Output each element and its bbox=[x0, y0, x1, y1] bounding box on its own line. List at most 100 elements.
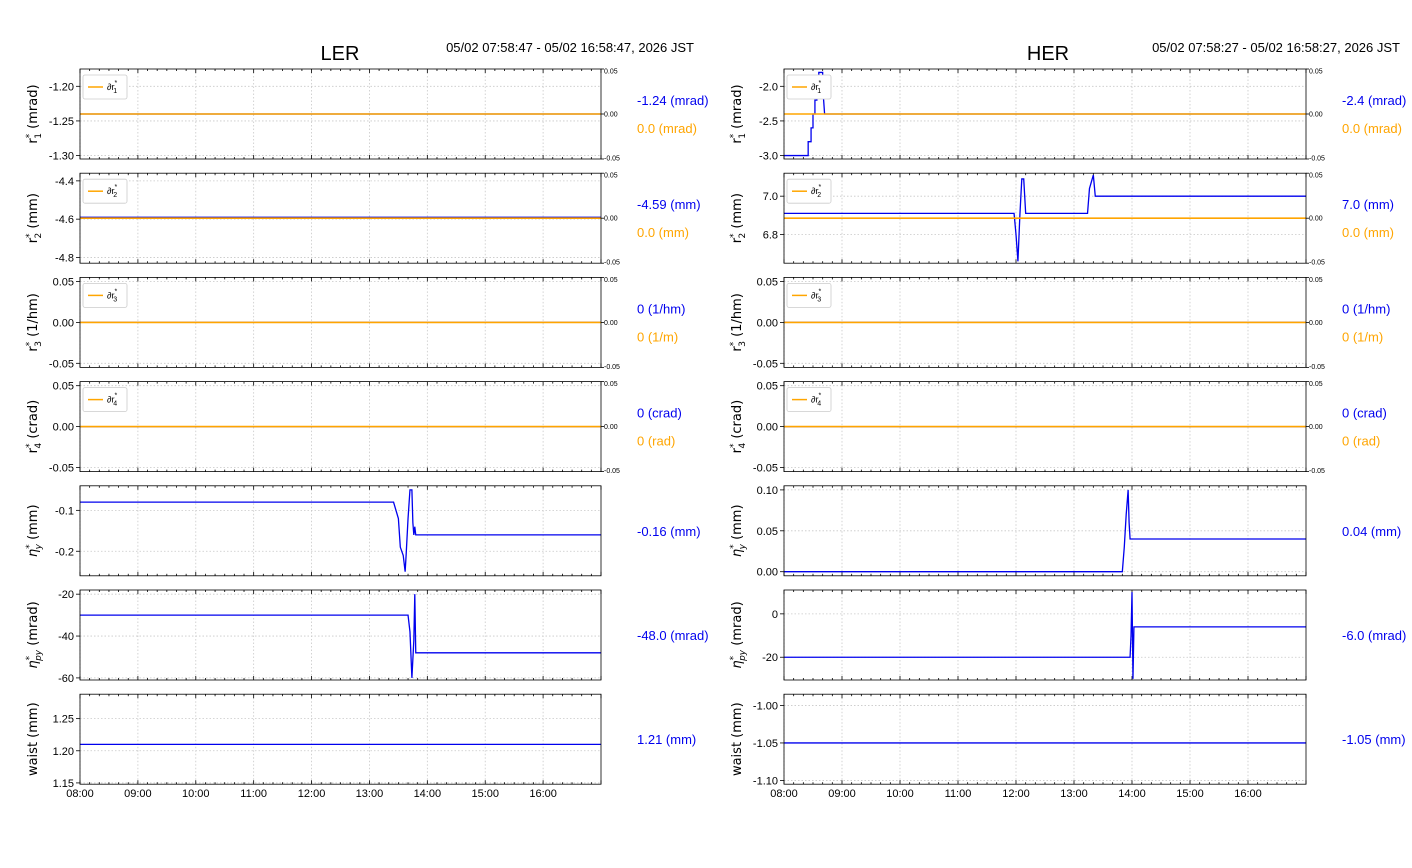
value-annotation: -4.59 (mm) bbox=[637, 197, 701, 212]
value-annotation: 0 (1/hm) bbox=[637, 301, 685, 316]
right-tick-label: 0.05 bbox=[604, 277, 618, 284]
right-tick-label: -0.05 bbox=[1309, 468, 1325, 475]
right-tick-label: 0.00 bbox=[1309, 112, 1323, 119]
x-tick-label: 11:00 bbox=[240, 788, 267, 800]
y-tick-label: -60 bbox=[58, 673, 74, 685]
right-tick-label: -0.05 bbox=[1309, 156, 1325, 163]
value-annotation: 0.0 (mm) bbox=[1342, 225, 1394, 240]
y-axis-label: r*2 (mm) bbox=[25, 193, 44, 243]
y-axis-label: waist (mm) bbox=[26, 702, 41, 776]
plot-frame bbox=[783, 693, 1307, 785]
right-tick-label: -0.05 bbox=[604, 364, 620, 371]
y-tick-label: 0.05 bbox=[757, 381, 778, 393]
y-tick-label: 0.00 bbox=[53, 317, 74, 329]
value-annotation: 0.0 (mm) bbox=[637, 225, 689, 240]
x-tick-label: 09:00 bbox=[828, 788, 856, 800]
y-axis-label: r*4 (crad) bbox=[25, 400, 44, 454]
y-tick-label: -1.30 bbox=[49, 151, 74, 163]
y-tick-label: 6.8 bbox=[763, 229, 778, 241]
y-axis-label: r*2 (mm) bbox=[729, 193, 748, 243]
right-tick-label: 0.05 bbox=[1309, 173, 1323, 180]
y-axis-label: η*y (mm) bbox=[729, 504, 748, 557]
y-axis-label: r*3 (1/hm) bbox=[25, 293, 44, 351]
plot-frame bbox=[79, 589, 602, 681]
x-tick-label: 13:00 bbox=[1060, 788, 1088, 800]
legend: ∂r* 1 bbox=[786, 74, 832, 100]
y-tick-label: -0.05 bbox=[49, 358, 74, 370]
y-tick-label: -20 bbox=[58, 589, 74, 601]
subplot-panel: 0.05 0.00 -0.05 0.05 0.00 -0.05 ∂r* 3 r*3 (1/hm)… bbox=[25, 276, 685, 370]
time-range-label: 05/02 07:58:47 - 05/02 16:58:47, 2026 JS… bbox=[446, 40, 694, 55]
y-tick-label: -4.8 bbox=[55, 252, 74, 264]
subplot-panel: -20 -40 -60 η*py (mrad) -48.0 (mrad) bbox=[25, 589, 709, 685]
subplot-panel: 0.05 0.00 -0.05 0.05 0.00 -0.05 ∂r* 3 r*3 (1/hm)… bbox=[729, 276, 1390, 370]
x-tick-label: 13:00 bbox=[356, 788, 384, 800]
right-tick-label: 0.00 bbox=[1309, 320, 1323, 327]
value-annotation: 0 (rad) bbox=[1342, 434, 1380, 449]
x-tick-label: 15:00 bbox=[471, 788, 499, 800]
y-axis-label: η*py (mrad) bbox=[729, 601, 748, 668]
y-tick-label: 0.05 bbox=[53, 381, 74, 393]
legend: ∂r* 1 bbox=[82, 74, 128, 100]
x-tick-label: 11:00 bbox=[945, 788, 972, 800]
right-tick-label: -0.05 bbox=[604, 156, 620, 163]
x-tick-label: 16:00 bbox=[1234, 788, 1262, 800]
right-tick-label: 0.00 bbox=[604, 216, 618, 223]
y-tick-label: -3.0 bbox=[759, 151, 778, 163]
value-annotation: -0.16 (mm) bbox=[637, 524, 701, 539]
legend: ∂r* 3 bbox=[786, 282, 832, 308]
y-axis-label: η*y (mm) bbox=[25, 504, 44, 557]
y-tick-label: -20 bbox=[762, 652, 778, 664]
legend: ∂r* 4 bbox=[82, 387, 128, 413]
figure: LER 05/02 07:58:47 - 05/02 16:58:47, 2026… bbox=[0, 0, 1412, 864]
right-tick-label: 0.05 bbox=[604, 173, 618, 180]
chart-title: LER bbox=[321, 43, 360, 65]
right-tick-label: -0.05 bbox=[1309, 364, 1325, 371]
subplot-panel: 0.05 0.00 -0.05 0.05 0.00 -0.05 ∂r* 4 r*4 (crad)… bbox=[729, 381, 1387, 475]
y-tick-label: -40 bbox=[58, 631, 74, 643]
subplot-panel: 0.05 0.00 -0.05 0.05 0.00 -0.05 ∂r* 4 r*4 (crad)… bbox=[25, 381, 682, 475]
value-annotation: 0.04 (mm) bbox=[1342, 524, 1401, 539]
y-tick-label: 0.10 bbox=[757, 485, 778, 497]
time-range-label: 05/02 07:58:27 - 05/02 16:58:27, 2026 JS… bbox=[1152, 40, 1400, 55]
subplot-panel: -4.4 -4.6 -4.8 0.05 0.00 -0.05 ∂r* 2 r*2 (mm) -4.… bbox=[25, 173, 701, 267]
y-tick-label: 1.20 bbox=[53, 746, 74, 758]
y-tick-label: -2.5 bbox=[759, 116, 778, 128]
y-tick-label: -0.05 bbox=[753, 358, 778, 370]
legend: ∂r* 2 bbox=[786, 178, 832, 204]
value-annotation: -2.4 (mrad) bbox=[1342, 93, 1406, 108]
chart-title: HER bbox=[1027, 43, 1069, 65]
right-tick-label: 0.00 bbox=[1309, 216, 1323, 223]
value-annotation: 0 (1/m) bbox=[637, 329, 678, 344]
y-axis-label: η*py (mrad) bbox=[25, 601, 44, 668]
y-tick-label: 0.05 bbox=[757, 276, 778, 288]
x-tick-label: 15:00 bbox=[1176, 788, 1204, 800]
y-tick-label: 7.0 bbox=[763, 191, 778, 203]
value-annotation: -1.05 (mm) bbox=[1342, 732, 1406, 747]
y-tick-label: -2.0 bbox=[759, 81, 778, 93]
subplot-panel: 1.251.201.15waist (mm) 1.21 (mm)08:00 09:0… bbox=[26, 693, 696, 800]
y-tick-label: -0.1 bbox=[55, 505, 74, 517]
subplot-panel: 0 -20 η*py (mrad) -6.0 (mrad) bbox=[729, 589, 1406, 681]
y-axis-label: r*1 (mrad) bbox=[25, 84, 44, 143]
x-tick-label: 12:00 bbox=[1002, 788, 1030, 800]
right-tick-label: 0.00 bbox=[604, 424, 618, 431]
y-tick-label: -1.00 bbox=[753, 700, 778, 712]
y-tick-label: -1.25 bbox=[49, 116, 74, 128]
value-annotation: 1.21 (mm) bbox=[637, 732, 696, 747]
chart-her: HER 05/02 07:58:27 - 05/02 16:58:27, 2026… bbox=[729, 40, 1406, 800]
y-tick-label: 0.00 bbox=[757, 317, 778, 329]
y-tick-label: 0 bbox=[772, 609, 778, 621]
series-line-value bbox=[80, 489, 601, 572]
y-tick-label: -1.05 bbox=[753, 738, 778, 750]
y-tick-label: 0.00 bbox=[757, 422, 778, 434]
subplot-panel: -2.0 -2.5 -3.0 0.05 0.00 -0.05 ∂r* 1 r*1 (mrad) -… bbox=[729, 69, 1406, 163]
y-tick-label: -1.10 bbox=[753, 775, 778, 787]
series-line-value bbox=[784, 592, 1306, 679]
x-tick-label: 10:00 bbox=[886, 788, 914, 800]
subplot-panel: -0.1 -0.2 η*y (mm) -0.16 (mm) bbox=[25, 485, 701, 577]
y-tick-label: -4.6 bbox=[55, 214, 74, 226]
y-tick-label: -0.05 bbox=[753, 463, 778, 475]
right-tick-label: 0.05 bbox=[604, 69, 618, 76]
y-tick-label: 1.25 bbox=[53, 714, 74, 726]
